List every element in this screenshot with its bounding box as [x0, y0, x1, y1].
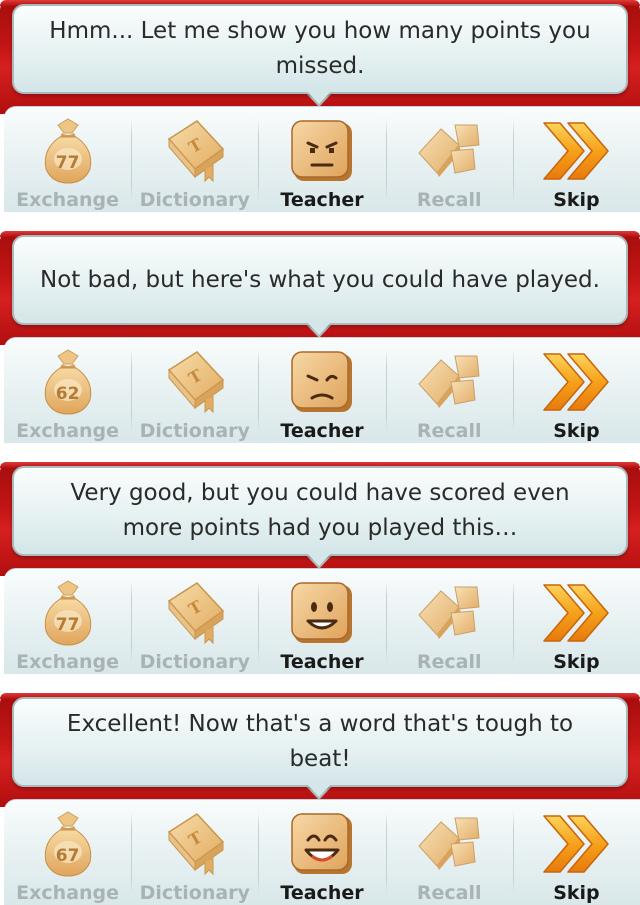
speech-bubble: Excellent! Now that's a word that's toug…	[12, 697, 628, 787]
skip-button[interactable]: Skip	[512, 800, 640, 905]
tile-bag-icon: 67	[32, 808, 104, 880]
exchange-count: 77	[55, 153, 80, 173]
recall-button[interactable]: Recall	[385, 338, 513, 443]
teacher-label: Teacher	[280, 651, 364, 673]
bottom-toolbar: 62 Exchange T Dictionary Teacher Recall …	[4, 337, 640, 443]
skip-double-chevron-icon	[540, 115, 612, 187]
teacher-panel: Not bad, but here's what you could have …	[0, 231, 640, 443]
teacher-message: Not bad, but here's what you could have …	[40, 266, 600, 293]
dictionary-book-icon: T	[159, 577, 231, 649]
bottom-toolbar: 67 Exchange T Dictionary Teacher Recall …	[4, 799, 640, 905]
teacher-tile-face-icon	[286, 346, 358, 418]
dictionary-book-icon: T	[159, 808, 231, 880]
skip-button[interactable]: Skip	[512, 338, 640, 443]
teacher-label: Teacher	[280, 189, 364, 211]
speech-bubble: Hmm... Let me show you how many points y…	[12, 4, 628, 94]
teacher-panel: Excellent! Now that's a word that's toug…	[0, 693, 640, 905]
dictionary-book-icon: T	[159, 115, 231, 187]
dictionary-button[interactable]: T Dictionary	[131, 569, 258, 674]
teacher-button[interactable]: Teacher	[258, 107, 385, 212]
dictionary-label: Dictionary	[139, 189, 250, 211]
skip-double-chevron-icon	[540, 346, 612, 418]
dictionary-label: Dictionary	[139, 651, 250, 673]
bubble-tail	[304, 550, 334, 566]
exchange-count: 62	[55, 384, 80, 404]
recall-label: Recall	[416, 189, 482, 211]
recall-label: Recall	[416, 420, 482, 442]
teacher-tile-face-icon	[286, 808, 358, 880]
bottom-toolbar: 77 Exchange T Dictionary Teacher Recall …	[4, 568, 640, 674]
teacher-feedback-screens: Hmm... Let me show you how many points y…	[0, 0, 640, 905]
skip-label: Skip	[553, 189, 600, 211]
dictionary-button[interactable]: T Dictionary	[131, 107, 258, 212]
teacher-label: Teacher	[280, 882, 364, 904]
dictionary-button[interactable]: T Dictionary	[131, 338, 258, 443]
exchange-label: Exchange	[16, 420, 120, 442]
exchange-button[interactable]: 77 Exchange	[4, 569, 131, 674]
recall-label: Recall	[416, 882, 482, 904]
teacher-message: Hmm... Let me show you how many points y…	[49, 18, 591, 79]
teacher-tile-face-icon	[286, 115, 358, 187]
bubble-tail	[304, 319, 334, 335]
skip-label: Skip	[553, 420, 600, 442]
teacher-message: Excellent! Now that's a word that's toug…	[66, 711, 574, 772]
speech-bubble: Very good, but you could have scored eve…	[12, 466, 628, 556]
exchange-label: Exchange	[16, 651, 120, 673]
recall-tiles-icon	[413, 115, 485, 187]
dictionary-book-icon: T	[159, 346, 231, 418]
teacher-button[interactable]: Teacher	[258, 338, 385, 443]
bottom-toolbar: 77 Exchange T Dictionary Teacher Recall …	[4, 106, 640, 212]
recall-button[interactable]: Recall	[385, 107, 513, 212]
exchange-button[interactable]: 77 Exchange	[4, 107, 131, 212]
exchange-button[interactable]: 62 Exchange	[4, 338, 131, 443]
dictionary-button[interactable]: T Dictionary	[131, 800, 258, 905]
tile-bag-icon: 77	[32, 115, 104, 187]
tile-bag-icon: 62	[32, 346, 104, 418]
skip-button[interactable]: Skip	[512, 107, 640, 212]
exchange-button[interactable]: 67 Exchange	[4, 800, 131, 905]
recall-tiles-icon	[413, 577, 485, 649]
teacher-message: Very good, but you could have scored eve…	[70, 480, 570, 541]
bubble-tail	[304, 781, 334, 797]
teacher-panel: Hmm... Let me show you how many points y…	[0, 0, 640, 212]
teacher-panel: Very good, but you could have scored eve…	[0, 462, 640, 674]
exchange-label: Exchange	[16, 189, 120, 211]
tile-bag-icon: 77	[32, 577, 104, 649]
skip-label: Skip	[553, 651, 600, 673]
skip-double-chevron-icon	[540, 577, 612, 649]
exchange-count: 77	[55, 615, 80, 635]
bubble-tail	[304, 88, 334, 104]
dictionary-label: Dictionary	[139, 420, 250, 442]
recall-tiles-icon	[413, 346, 485, 418]
speech-bubble: Not bad, but here's what you could have …	[12, 235, 628, 325]
recall-label: Recall	[416, 651, 482, 673]
skip-button[interactable]: Skip	[512, 569, 640, 674]
recall-button[interactable]: Recall	[385, 800, 513, 905]
skip-label: Skip	[553, 882, 600, 904]
skip-double-chevron-icon	[540, 808, 612, 880]
recall-button[interactable]: Recall	[385, 569, 513, 674]
teacher-label: Teacher	[280, 420, 364, 442]
dictionary-label: Dictionary	[139, 882, 250, 904]
teacher-tile-face-icon	[286, 577, 358, 649]
exchange-label: Exchange	[16, 882, 120, 904]
exchange-count: 67	[55, 846, 80, 866]
teacher-button[interactable]: Teacher	[258, 569, 385, 674]
teacher-button[interactable]: Teacher	[258, 800, 385, 905]
recall-tiles-icon	[413, 808, 485, 880]
